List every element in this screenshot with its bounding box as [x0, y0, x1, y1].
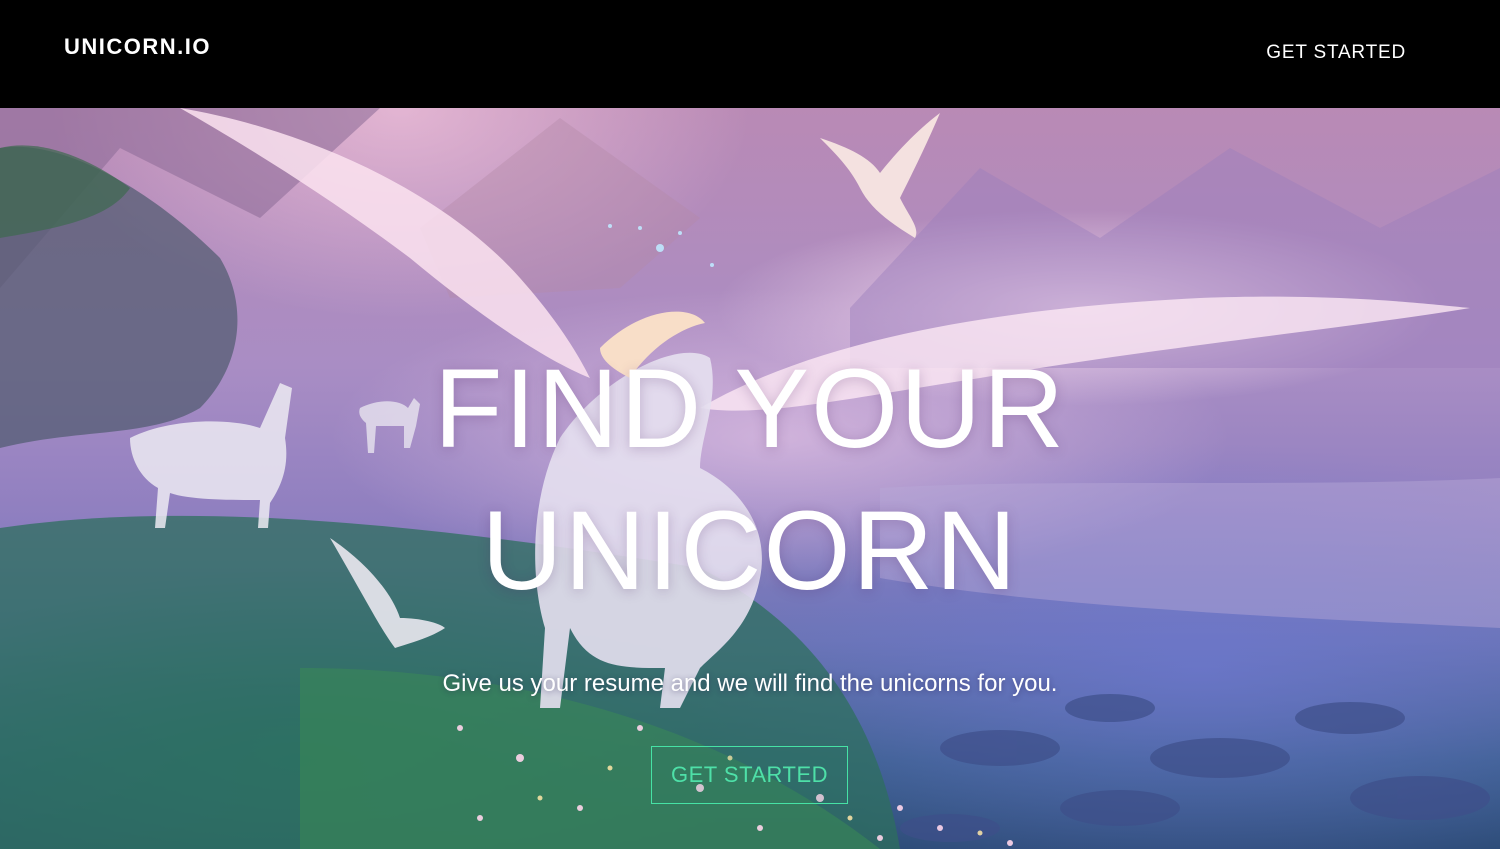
hero-content: FIND YOUR UNICORN Give us your resume an…: [0, 108, 1500, 849]
hero-subtitle: Give us your resume and we will find the…: [442, 670, 1058, 697]
brand-logo[interactable]: UNICORN.IO: [64, 34, 211, 60]
hero-headline-line1: FIND YOUR: [434, 346, 1066, 471]
navbar: UNICORN.IO GET STARTED: [0, 0, 1500, 108]
hero-headline-line2: UNICORN: [481, 488, 1019, 613]
hero-get-started-button[interactable]: GET STARTED: [651, 746, 848, 804]
hero-section: FIND YOUR UNICORN Give us your resume an…: [0, 108, 1500, 849]
nav-get-started-link[interactable]: GET STARTED: [1266, 42, 1406, 64]
